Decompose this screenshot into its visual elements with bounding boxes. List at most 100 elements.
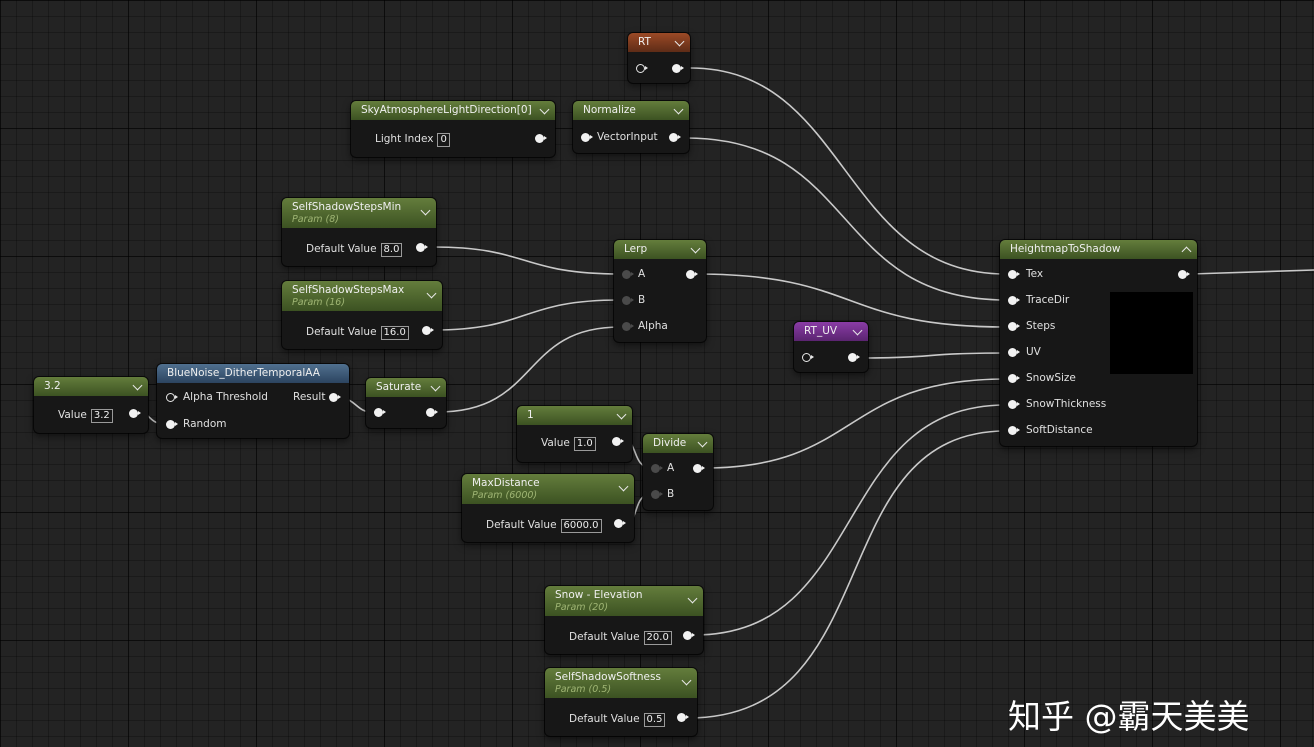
node-header[interactable]: RT_UV <box>794 322 868 341</box>
chevron-down-icon[interactable] <box>697 437 708 448</box>
node-rt[interactable]: RT <box>628 33 690 83</box>
node-blue-noise-dither[interactable]: BlueNoise_DitherTemporalAA Alpha Thresho… <box>157 364 349 438</box>
node-sky-atmosphere-light-direction[interactable]: SkyAtmosphereLightDirection[0] Light Ind… <box>351 101 555 157</box>
node-header[interactable]: BlueNoise_DitherTemporalAA <box>157 364 349 383</box>
node-self-shadow-softness[interactable]: SelfShadowSoftness Param (0.5) Default Va… <box>545 668 697 736</box>
value-field[interactable]: 1.0 <box>573 437 596 451</box>
param-subtitle: Param (20) <box>555 602 609 613</box>
input-pin-steps[interactable] <box>1008 322 1020 331</box>
node-lerp[interactable]: Lerp A B Alpha <box>614 240 706 342</box>
input-pin-b[interactable] <box>651 490 663 499</box>
pin-label: SnowSize <box>1026 372 1076 384</box>
chevron-down-icon[interactable] <box>674 36 685 47</box>
output-pin[interactable] <box>422 326 434 335</box>
output-pin[interactable] <box>686 270 698 279</box>
node-snow-elevation[interactable]: Snow - Elevation Param (20) Default Value… <box>545 586 703 654</box>
node-rt-uv[interactable]: RT_UV <box>794 322 868 372</box>
node-header[interactable]: SelfShadowStepsMin Param (8) <box>282 198 436 228</box>
default-value-field[interactable]: 16.0 <box>380 326 409 340</box>
default-value-field[interactable]: 20.0 <box>643 631 672 645</box>
node-heightmap-to-shadow[interactable]: HeightmapToShadow Tex TraceDir Steps UV … <box>1000 240 1197 446</box>
node-title: Saturate <box>376 381 422 393</box>
output-pin[interactable] <box>669 133 681 142</box>
output-pin[interactable] <box>677 713 689 722</box>
chevron-down-icon[interactable] <box>426 288 437 299</box>
output-pin[interactable] <box>1178 270 1190 279</box>
node-header[interactable]: RT <box>628 33 690 52</box>
chevron-down-icon[interactable] <box>618 481 629 492</box>
pin-label: Random <box>183 418 227 430</box>
input-pin[interactable] <box>581 133 593 142</box>
chevron-down-icon[interactable] <box>852 325 863 336</box>
output-pin[interactable] <box>329 393 341 402</box>
input-pin-alpha-threshold[interactable] <box>166 393 178 402</box>
default-value-field[interactable]: 8.0 <box>380 243 403 257</box>
chevron-up-icon[interactable] <box>1181 246 1192 257</box>
output-pin[interactable] <box>129 409 141 418</box>
light-index-field[interactable]: 0 <box>437 133 450 147</box>
node-header[interactable]: Normalize <box>573 101 689 120</box>
chevron-down-icon[interactable] <box>681 675 692 686</box>
node-header[interactable]: HeightmapToShadow <box>1000 240 1197 259</box>
default-value-field[interactable]: 6000.0 <box>560 519 602 533</box>
param-subtitle: Param (6000) <box>472 490 538 501</box>
chevron-down-icon[interactable] <box>539 104 550 115</box>
input-pin[interactable] <box>374 408 386 417</box>
output-pin[interactable] <box>614 519 626 528</box>
output-pin[interactable] <box>535 134 547 143</box>
input-pin[interactable] <box>802 353 814 362</box>
node-header[interactable]: Snow - Elevation Param (20) <box>545 586 703 616</box>
chevron-down-icon[interactable] <box>616 409 627 420</box>
output-pin[interactable] <box>416 243 428 252</box>
node-header[interactable]: Saturate <box>366 378 446 397</box>
chevron-down-icon[interactable] <box>673 104 684 115</box>
node-divide[interactable]: Divide A B <box>643 434 713 510</box>
node-title: SelfShadowStepsMax <box>292 284 405 296</box>
input-pin-uv[interactable] <box>1008 348 1020 357</box>
node-title: SelfShadowStepsMin <box>292 201 402 213</box>
input-pin-a[interactable] <box>651 464 663 473</box>
chevron-down-icon[interactable] <box>430 381 441 392</box>
value-field[interactable]: 3.2 <box>90 409 113 423</box>
output-pin[interactable] <box>848 353 860 362</box>
node-saturate[interactable]: Saturate <box>366 378 446 428</box>
node-header[interactable]: Lerp <box>614 240 706 259</box>
output-pin[interactable] <box>693 464 705 473</box>
chevron-down-icon[interactable] <box>690 243 701 254</box>
node-self-shadow-steps-max[interactable]: SelfShadowStepsMax Param (16) Default Val… <box>282 281 442 349</box>
input-pin-tracedir[interactable] <box>1008 296 1020 305</box>
node-header[interactable]: 1 <box>517 406 632 425</box>
value-row: Value 3.2 <box>58 408 113 423</box>
input-pin-alpha[interactable] <box>622 322 634 331</box>
node-header[interactable]: SkyAtmosphereLightDirection[0] <box>351 101 555 120</box>
wire-ssmax-to-lerp-b <box>432 299 621 331</box>
node-normalize[interactable]: Normalize VectorInput <box>573 101 689 153</box>
input-pin-softdistance[interactable] <box>1008 426 1020 435</box>
input-pin-snowthickness[interactable] <box>1008 400 1020 409</box>
output-pin[interactable] <box>612 437 624 446</box>
chevron-down-icon[interactable] <box>420 205 431 216</box>
node-header[interactable]: SelfShadowSoftness Param (0.5) <box>545 668 697 698</box>
input-pin-snowsize[interactable] <box>1008 374 1020 383</box>
output-pin[interactable] <box>672 64 684 73</box>
input-pin[interactable] <box>636 64 648 73</box>
node-header[interactable]: Divide <box>643 434 713 453</box>
node-constant-1[interactable]: 1 Value 1.0 <box>517 406 632 462</box>
node-self-shadow-steps-min[interactable]: SelfShadowStepsMin Param (8) Default Valu… <box>282 198 436 266</box>
node-constant-3-2[interactable]: 3.2 Value 3.2 <box>34 377 148 433</box>
input-pin-random[interactable] <box>166 420 178 429</box>
chevron-down-icon[interactable] <box>132 380 143 391</box>
input-pin-tex[interactable] <box>1008 270 1020 279</box>
default-value-field[interactable]: 0.5 <box>643 713 666 727</box>
node-header[interactable]: MaxDistance Param (6000) <box>462 474 634 504</box>
input-pin-a[interactable] <box>622 270 634 279</box>
output-pin[interactable] <box>683 631 695 640</box>
node-title: BlueNoise_DitherTemporalAA <box>167 367 320 379</box>
node-header[interactable]: SelfShadowStepsMax Param (16) <box>282 281 442 311</box>
node-max-distance[interactable]: MaxDistance Param (6000) Default Value 600… <box>462 474 634 542</box>
default-value-row: Default Value 16.0 <box>306 325 409 340</box>
input-pin-b[interactable] <box>622 296 634 305</box>
output-pin[interactable] <box>426 408 438 417</box>
node-header[interactable]: 3.2 <box>34 377 148 396</box>
chevron-down-icon[interactable] <box>687 593 698 604</box>
